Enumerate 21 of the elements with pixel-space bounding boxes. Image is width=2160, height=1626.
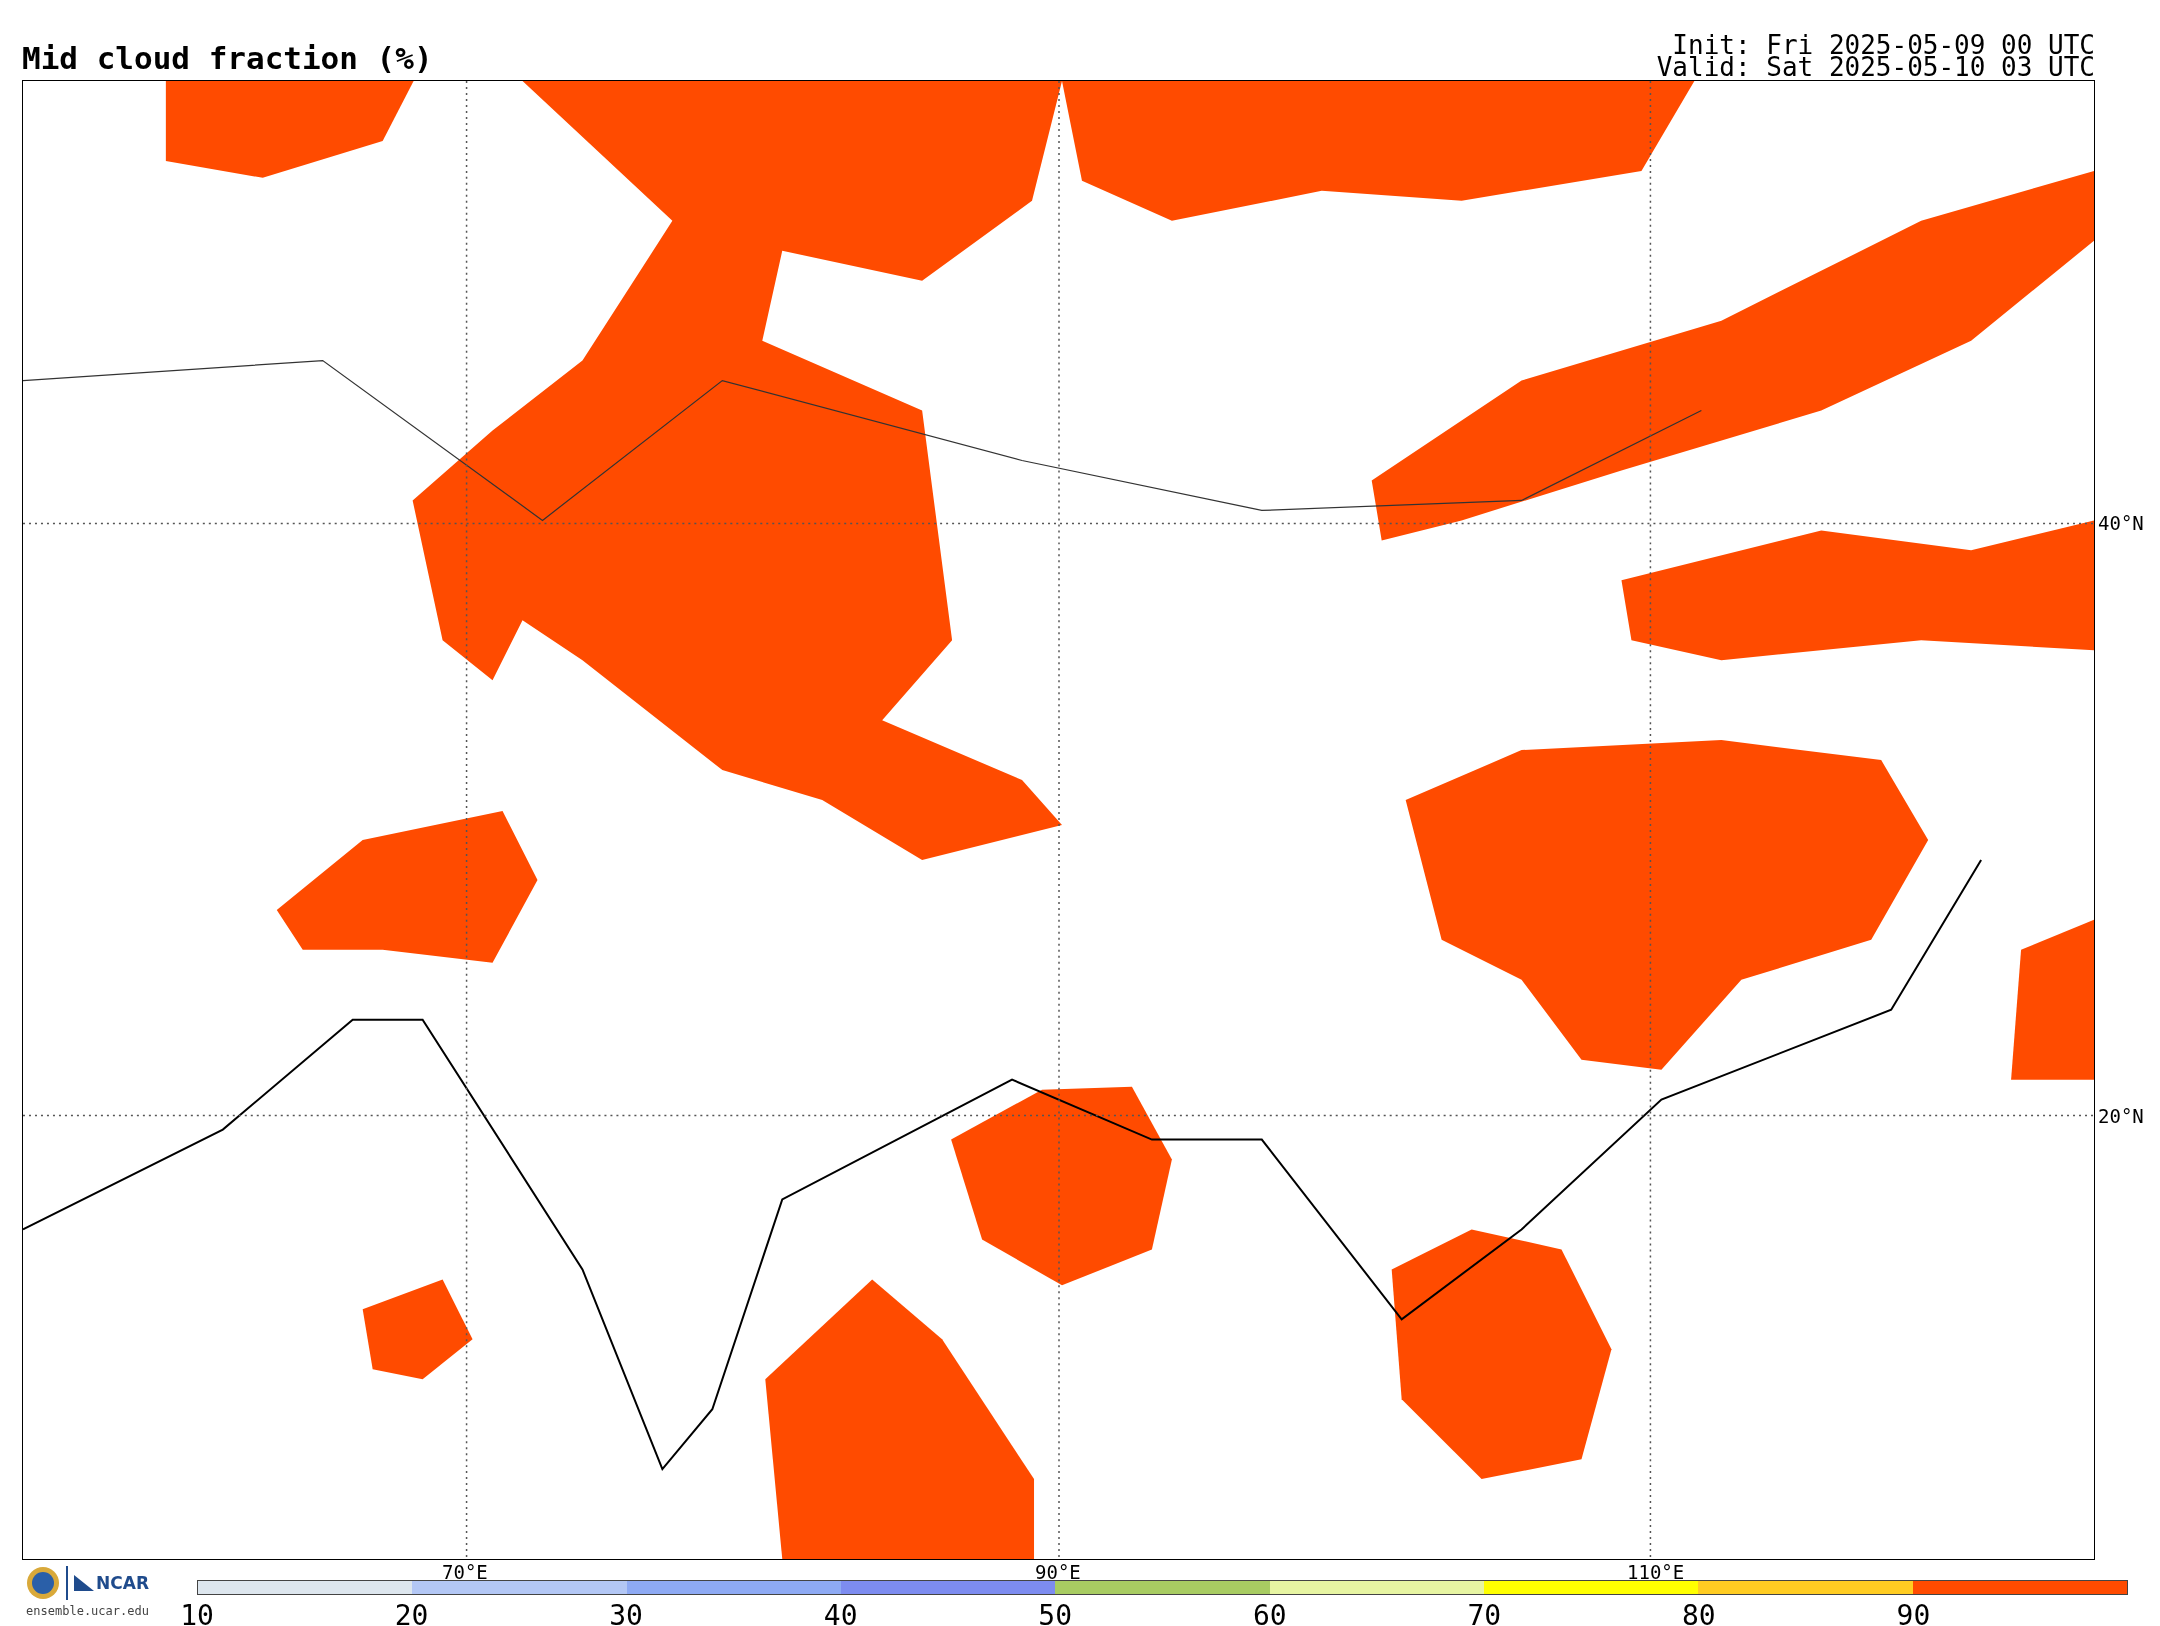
colorbar-tick-label: 10 — [180, 1599, 214, 1626]
colorbar-tick-label: 70 — [1467, 1599, 1502, 1626]
colorbar-tick-label: 40 — [823, 1599, 858, 1626]
colorbar-tick-label: 90 — [1896, 1599, 1931, 1626]
colorbar-tick-label: 30 — [609, 1599, 643, 1626]
latitude-label: 40°N — [2098, 512, 2144, 534]
longitude-label: 70°E — [442, 1561, 488, 1583]
website-url: ensemble.ucar.edu — [26, 1604, 149, 1618]
divider-icon — [66, 1566, 68, 1600]
latitude-label: 20°N — [2098, 1105, 2144, 1127]
colorbar-tick-label: 50 — [1038, 1599, 1073, 1626]
colorbar-tick-label: 60 — [1252, 1599, 1287, 1626]
colorbar-tick-label: 20 — [394, 1599, 429, 1626]
map-title: Mid cloud fraction (%) — [22, 40, 433, 78]
run-time-text: Init: Fri 2025-05-09 00 UTC — [1672, 34, 2095, 56]
longitude-label: 90°E — [1035, 1561, 1081, 1583]
ncar-logo: NCAR — [74, 1573, 149, 1593]
seal-icon — [26, 1566, 60, 1600]
longitude-label: 110°E — [1627, 1561, 1685, 1583]
run-time-text: Valid: Sat 2025-05-10 03 UTC — [1656, 56, 2095, 78]
colorbar-tick-label: 80 — [1682, 1599, 1716, 1626]
